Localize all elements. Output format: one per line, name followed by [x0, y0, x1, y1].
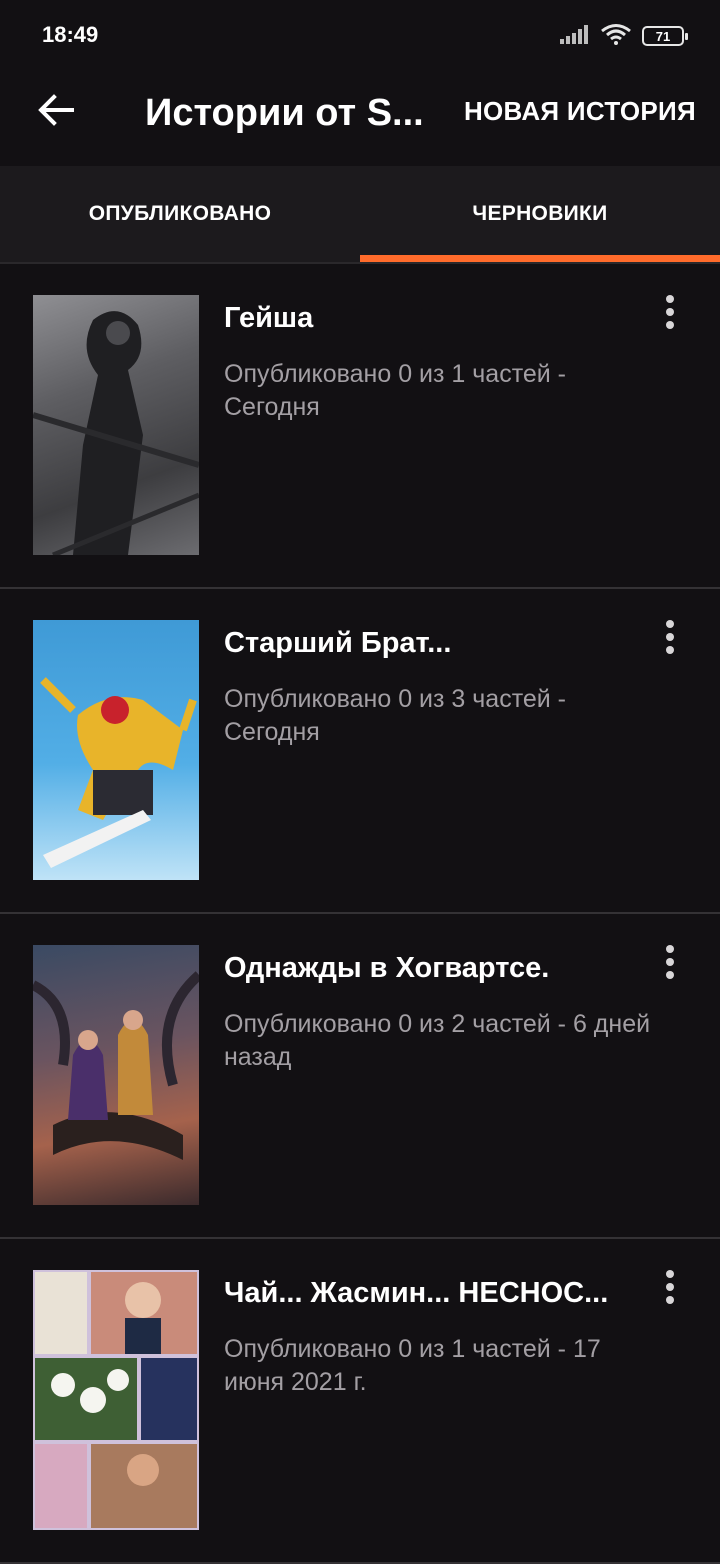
back-button[interactable]	[28, 84, 84, 140]
wifi-icon	[600, 23, 632, 50]
battery-level: 71	[655, 28, 671, 44]
story-title: Гейша	[224, 302, 314, 334]
status-icons: 71	[560, 22, 688, 50]
story-cover-image	[33, 620, 199, 880]
story-cover-image	[33, 945, 199, 1205]
tab-drafts-label: ЧЕРНОВИКИ	[472, 202, 608, 225]
page-title: Истории от S...	[145, 92, 424, 134]
active-tab-indicator	[360, 255, 720, 262]
story-item[interactable]: Однажды в Хогвартсе. Опубликовано 0 из 2…	[0, 914, 720, 1239]
story-item[interactable]: Чай... Жасмин... НЕСНОС... Опубликовано …	[0, 1239, 720, 1564]
battery-icon: 71	[642, 26, 688, 46]
status-bar: 18:49 71	[0, 0, 720, 70]
story-meta: Опубликовано 0 из 3 частей - Сегодня	[224, 685, 567, 746]
status-time: 18:49	[42, 22, 99, 47]
more-options-icon[interactable]	[650, 942, 690, 982]
story-title: Однажды в Хогвартсе.	[224, 952, 550, 984]
tab-drafts[interactable]: ЧЕРНОВИКИ	[360, 166, 720, 262]
story-meta: Опубликовано 0 из 1 частей - Сегодня	[224, 360, 567, 421]
story-item[interactable]: Гейша Опубликовано 0 из 1 частей - Сегод…	[0, 264, 720, 589]
story-list: Гейша Опубликовано 0 из 1 частей - Сегод…	[0, 264, 720, 1564]
tab-published[interactable]: ОПУБЛИКОВАНО	[0, 166, 360, 262]
signal-icon	[560, 24, 590, 49]
story-meta: Опубликовано 0 из 1 частей - 17 июня 202…	[224, 1335, 601, 1396]
new-story-button[interactable]: НОВАЯ ИСТОРИЯ	[464, 96, 696, 127]
more-options-icon[interactable]	[650, 1267, 690, 1307]
story-meta: Опубликовано 0 из 2 частей - 6 дней наза…	[224, 1010, 651, 1071]
more-options-icon[interactable]	[650, 617, 690, 657]
story-item[interactable]: Старший Брат... Опубликовано 0 из 3 част…	[0, 589, 720, 914]
arrow-left-icon	[38, 93, 74, 131]
story-title: Старший Брат...	[224, 627, 452, 659]
tab-published-label: ОПУБЛИКОВАНО	[88, 202, 272, 225]
tab-bar: ОПУБЛИКОВАНО ЧЕРНОВИКИ	[0, 166, 720, 262]
more-options-icon[interactable]	[650, 292, 690, 332]
story-cover-image	[33, 295, 199, 555]
app-bar: Истории от S... НОВАЯ ИСТОРИЯ	[0, 70, 720, 166]
story-cover-image	[33, 1270, 199, 1530]
story-title: Чай... Жасмин... НЕСНОС...	[224, 1277, 609, 1309]
